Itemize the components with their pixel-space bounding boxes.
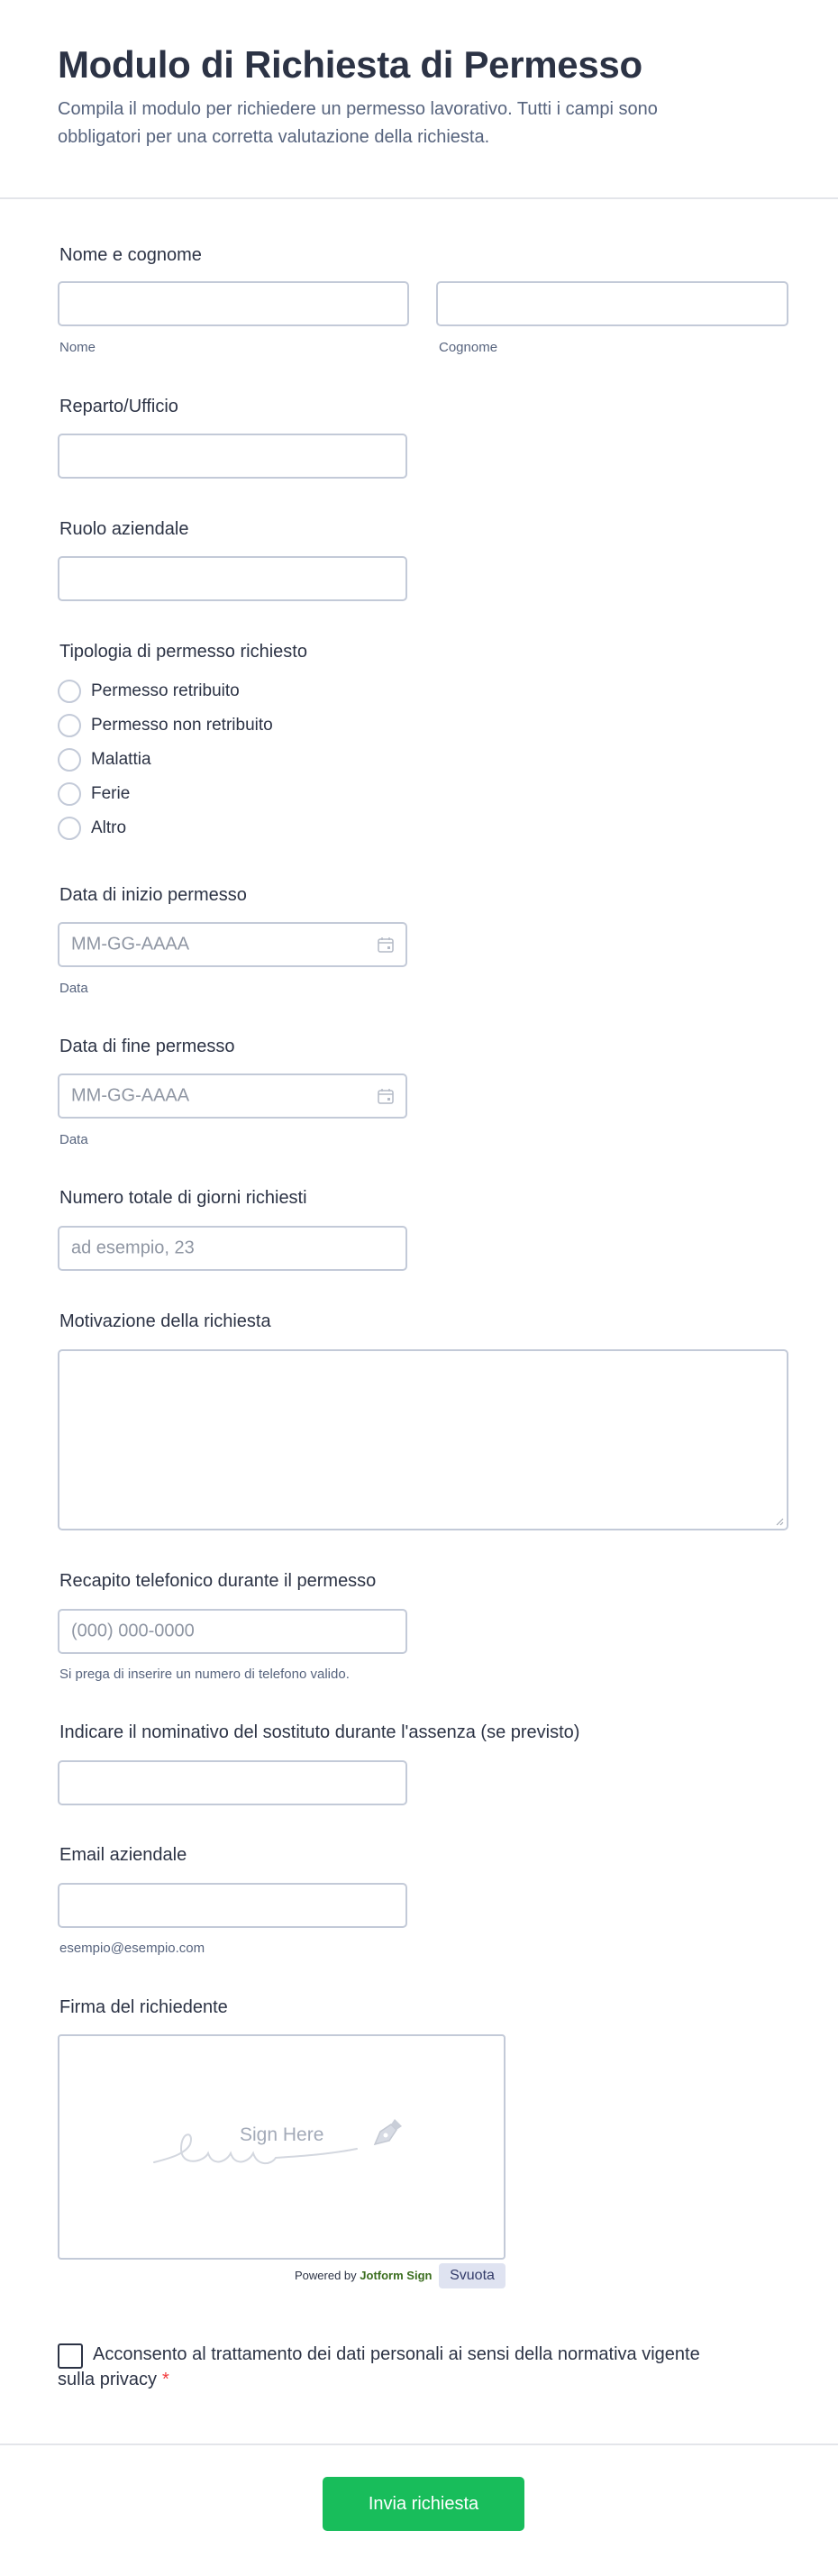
- form-title: Modulo di Richiesta di Permesso: [58, 43, 642, 86]
- first-name-input[interactable]: [58, 281, 409, 326]
- submit-button[interactable]: Invia richiesta: [323, 2477, 524, 2531]
- powered-by: Powered by Jotform Sign: [295, 2269, 432, 2282]
- end-date-input[interactable]: MM-GG-AAAA: [58, 1073, 407, 1119]
- total-days-input[interactable]: ad esempio, 23: [58, 1226, 407, 1271]
- phone-label: Recapito telefonico durante il permesso: [59, 1571, 377, 1591]
- email-input[interactable]: [58, 1883, 407, 1928]
- radio-button[interactable]: [58, 782, 81, 806]
- signature-label: Firma del richiedente: [59, 1997, 228, 2017]
- powered-brand[interactable]: Jotform Sign: [360, 2269, 432, 2282]
- form-header: Modulo di Richiesta di Permesso Compila …: [0, 0, 838, 199]
- substitute-label: Indicare il nominativo del sostituto dur…: [59, 1722, 580, 1742]
- role-input[interactable]: [58, 556, 407, 601]
- start-date-placeholder: MM-GG-AAAA: [71, 934, 190, 955]
- department-input[interactable]: [58, 434, 407, 479]
- radio-label: Permesso retribuito: [91, 681, 240, 700]
- email-sublabel: esempio@esempio.com: [59, 1941, 205, 1956]
- phone-input[interactable]: (000) 000-0000: [58, 1609, 407, 1654]
- radio-button[interactable]: [58, 714, 81, 737]
- start-date-label: Data di inizio permesso: [59, 885, 247, 905]
- clear-signature-button[interactable]: Svuota: [439, 2263, 506, 2288]
- start-date-input[interactable]: MM-GG-AAAA: [58, 922, 407, 967]
- reason-label: Motivazione della richiesta: [59, 1311, 271, 1331]
- radio-option-paid[interactable]: Permesso retribuito: [58, 679, 240, 704]
- total-days-label: Numero totale di giorni richiesti: [59, 1188, 307, 1208]
- consent-text[interactable]: Acconsento al trattamento dei dati perso…: [58, 2342, 706, 2392]
- reason-textarea[interactable]: [58, 1349, 788, 1530]
- powered-prefix: Powered by: [295, 2269, 357, 2282]
- resize-handle-icon[interactable]: [775, 1517, 784, 1526]
- radio-option-unpaid[interactable]: Permesso non retribuito: [58, 713, 273, 738]
- leave-type-label: Tipologia di permesso richiesto: [59, 642, 307, 662]
- signature-pad[interactable]: Sign Here: [58, 2034, 506, 2260]
- radio-label: Permesso non retribuito: [91, 716, 273, 735]
- radio-button[interactable]: [58, 817, 81, 840]
- end-date-sublabel: Data: [59, 1132, 88, 1147]
- first-name-sublabel: Nome: [59, 340, 96, 355]
- department-label: Reparto/Ufficio: [59, 397, 178, 416]
- radio-label: Malattia: [91, 750, 151, 769]
- radio-label: Ferie: [91, 784, 131, 803]
- calendar-icon[interactable]: [377, 936, 395, 954]
- radio-option-sick[interactable]: Malattia: [58, 747, 151, 772]
- required-mark: *: [162, 2370, 169, 2389]
- last-name-sublabel: Cognome: [439, 340, 498, 355]
- role-label: Ruolo aziendale: [59, 519, 189, 539]
- phone-sublabel: Si prega di inserire un numero di telefo…: [59, 1667, 350, 1682]
- total-days-placeholder: ad esempio, 23: [71, 1238, 195, 1258]
- end-date-placeholder: MM-GG-AAAA: [71, 1085, 190, 1106]
- form-subtitle: Compila il modulo per richiedere un perm…: [58, 99, 658, 147]
- calendar-icon[interactable]: [377, 1087, 395, 1105]
- start-date-sublabel: Data: [59, 981, 88, 996]
- radio-label: Altro: [91, 818, 127, 837]
- pen-nib-icon: [373, 2119, 402, 2146]
- radio-option-holiday[interactable]: Ferie: [58, 781, 130, 807]
- phone-placeholder: (000) 000-0000: [71, 1621, 195, 1641]
- last-name-input[interactable]: [436, 281, 788, 326]
- radio-button[interactable]: [58, 680, 81, 703]
- end-date-label: Data di fine permesso: [59, 1037, 235, 1056]
- consent-label: Acconsento al trattamento dei dati perso…: [58, 2344, 700, 2389]
- radio-option-other[interactable]: Altro: [58, 816, 126, 841]
- radio-button[interactable]: [58, 748, 81, 772]
- email-label: Email aziendale: [59, 1845, 187, 1865]
- substitute-input[interactable]: [58, 1760, 407, 1805]
- name-label: Nome e cognome: [59, 245, 202, 265]
